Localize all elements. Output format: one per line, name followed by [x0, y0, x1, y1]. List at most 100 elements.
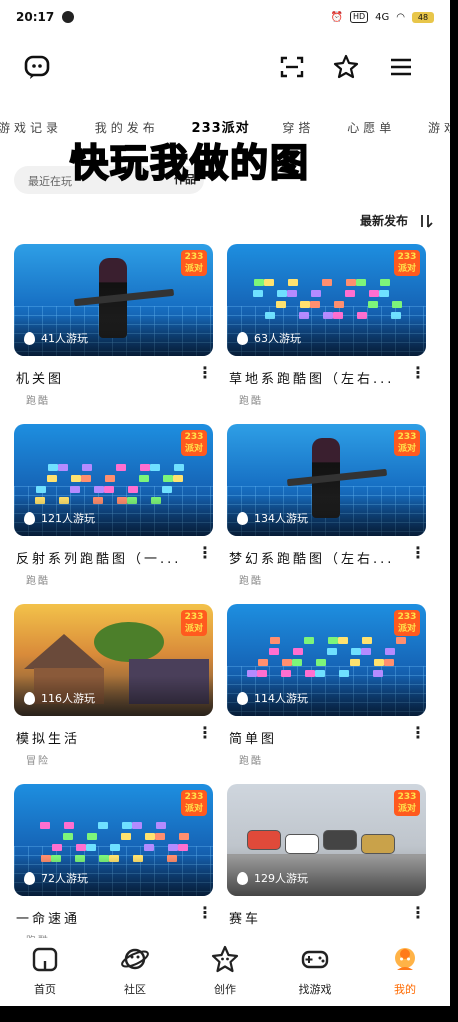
flame-icon — [24, 871, 35, 885]
nav-community[interactable]: 社区 — [105, 944, 165, 1006]
more-options-icon[interactable]: ⋮ — [410, 364, 426, 382]
more-options-icon[interactable]: ⋮ — [197, 904, 213, 922]
party-badge: 233派对 — [394, 790, 420, 816]
party-badge: 233派对 — [181, 430, 207, 456]
work-tag: 跑酷 — [239, 396, 263, 407]
work-thumbnail[interactable]: 233派对 134人游玩 — [227, 424, 426, 536]
work-title: 反射系列跑酷图（一... — [16, 552, 182, 567]
block — [116, 464, 126, 471]
flame-icon — [237, 331, 248, 345]
block — [311, 290, 321, 297]
alarm-icon: ⏰ — [330, 11, 343, 23]
play-count-text: 134人游玩 — [254, 512, 308, 525]
block — [150, 464, 160, 471]
block — [310, 301, 320, 308]
menu-icon[interactable] — [386, 52, 416, 82]
sort-control[interactable]: 最新发布 — [360, 212, 434, 229]
tab-games[interactable]: 游戏 — [428, 119, 450, 136]
block — [82, 464, 92, 471]
nav-mine-label: 我的 — [394, 983, 416, 996]
block — [379, 290, 389, 297]
work-title: 模拟生活 — [16, 732, 81, 747]
sort-label: 最新发布 — [359, 214, 408, 228]
block — [122, 822, 132, 829]
block — [362, 637, 372, 644]
block — [270, 637, 280, 644]
block — [64, 822, 74, 829]
more-options-icon[interactable]: ⋮ — [197, 544, 213, 562]
nav-community-label: 社区 — [124, 983, 146, 996]
scan-icon[interactable] — [277, 52, 307, 82]
search-placeholder: 最近在玩 — [28, 175, 72, 188]
play-count: 116人游玩 — [24, 690, 95, 706]
work-title: 一命速通 — [16, 912, 81, 927]
block — [156, 822, 166, 829]
play-count: 134人游玩 — [237, 510, 308, 526]
tab-wishlist[interactable]: 心愿单 — [347, 119, 395, 136]
chat-bubble-icon[interactable] — [22, 52, 52, 82]
work-thumbnail[interactable]: 233派对 63人游玩 — [227, 244, 426, 356]
network-label: 4G — [375, 11, 390, 23]
block — [287, 290, 297, 297]
block — [163, 475, 173, 482]
more-options-icon[interactable]: ⋮ — [197, 724, 213, 742]
block — [139, 475, 149, 482]
block — [52, 844, 62, 851]
more-options-icon[interactable]: ⋮ — [197, 364, 213, 382]
gamepad-icon — [301, 950, 329, 969]
block — [380, 279, 390, 286]
block — [47, 475, 57, 482]
status-time: 20:17 — [16, 10, 55, 24]
block — [168, 844, 178, 851]
party-badge: 233派对 — [394, 430, 420, 456]
block — [264, 279, 274, 286]
more-options-icon[interactable]: ⋮ — [410, 904, 426, 922]
nav-mine[interactable]: 我的 — [375, 944, 435, 1006]
play-count: 41人游玩 — [24, 330, 88, 346]
work-thumbnail[interactable]: 233派对 121人游玩 — [14, 424, 213, 536]
status-right: ⏰ HD 4G ◠ 48 — [330, 11, 434, 23]
work-thumbnail[interactable]: 233派对 41人游玩 — [14, 244, 213, 356]
status-bar: 20:17 ⏰ HD 4G ◠ 48 — [0, 0, 450, 34]
block — [40, 822, 50, 829]
block — [48, 464, 58, 471]
work-thumbnail[interactable]: 233派对 129人游玩 — [227, 784, 426, 896]
work-tag: 跑酷 — [239, 756, 263, 767]
nav-home[interactable]: 首页 — [15, 944, 75, 1006]
block — [58, 464, 68, 471]
nav-find-games[interactable]: 找游戏 — [285, 944, 345, 1006]
more-options-icon[interactable]: ⋮ — [410, 544, 426, 562]
block — [104, 486, 114, 493]
block — [327, 648, 337, 655]
party-badge: 233派对 — [181, 250, 207, 276]
planet-icon — [121, 948, 149, 970]
play-count-text: 63人游玩 — [254, 332, 301, 345]
work-thumbnail[interactable]: 233派对 72人游玩 — [14, 784, 213, 896]
play-count-text: 121人游玩 — [41, 512, 95, 525]
play-count: 63人游玩 — [237, 330, 301, 346]
play-count-text: 129人游玩 — [254, 872, 308, 885]
party-badge: 233派对 — [181, 790, 207, 816]
work-tag: 跑酷 — [26, 396, 50, 407]
block — [322, 279, 332, 286]
work-thumbnail[interactable]: 233派对 114人游玩 — [227, 604, 426, 716]
tab-game-records[interactable]: 游戏记录 — [0, 119, 62, 136]
bottom-navigation: 首页 社区 创作 找游戏 我的 — [0, 938, 450, 1006]
block — [94, 486, 104, 493]
work-title: 梦幻系跑酷图（左右... — [229, 552, 395, 567]
nav-create[interactable]: 创作 — [195, 944, 255, 1006]
block — [36, 486, 46, 493]
block — [144, 844, 154, 851]
block — [385, 648, 395, 655]
tree — [94, 622, 164, 662]
star-add-icon[interactable] — [331, 52, 361, 82]
work-thumbnail[interactable]: 233派对 116人游玩 — [14, 604, 213, 716]
play-count-text: 41人游玩 — [41, 332, 88, 345]
hd-icon: HD — [349, 11, 369, 23]
more-options-icon[interactable]: ⋮ — [410, 724, 426, 742]
work-title: 机关图 — [16, 372, 65, 387]
block — [361, 648, 371, 655]
party-badge: 233派对 — [394, 250, 420, 276]
play-count: 114人游玩 — [237, 690, 308, 706]
block — [269, 648, 279, 655]
